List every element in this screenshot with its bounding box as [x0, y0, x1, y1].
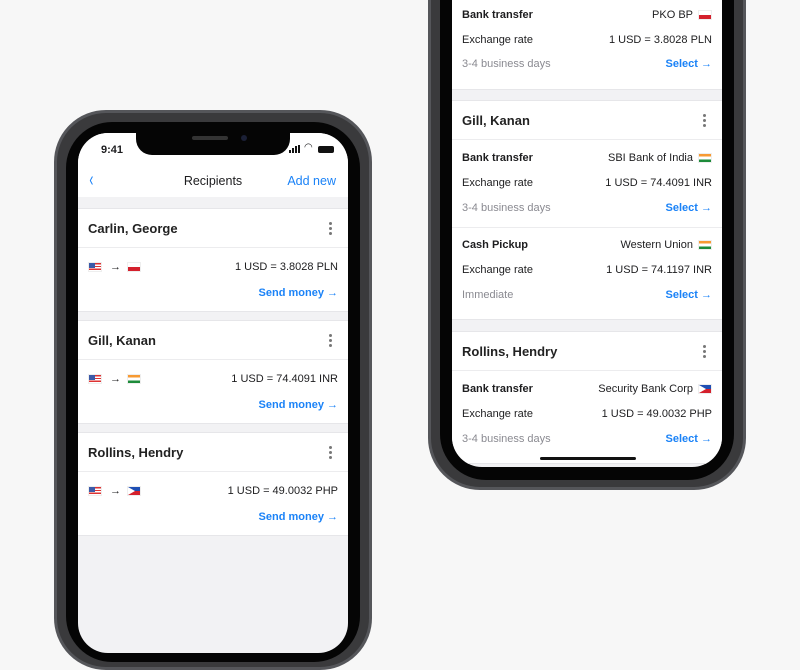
select-button[interactable]: Select → [666, 58, 712, 70]
us-flag-icon [88, 374, 102, 385]
india-flag-icon [698, 153, 712, 164]
select-label: Select [665, 433, 698, 445]
poland-flag-icon [698, 10, 712, 21]
send-money-label: Send money [258, 399, 324, 411]
arrow-right-icon: → [110, 261, 121, 273]
rate-label: Exchange rate [462, 34, 533, 46]
delivery-time: Immediate [462, 289, 514, 301]
recipient-card: Gill, Kanan → 1 USD = 74.4091 INR Send mo… [78, 320, 348, 424]
more-options-icon[interactable] [703, 345, 706, 360]
select-label: Select [665, 58, 698, 70]
transfer-method: Bank transfer [462, 152, 533, 164]
provider: Security Bank Corp [598, 383, 693, 395]
poland-flag-icon [127, 262, 141, 273]
rate-value: 1 USD = 3.8028 PLN [234, 261, 338, 273]
more-options-icon[interactable] [329, 334, 332, 349]
add-new-button[interactable]: Add new [287, 174, 336, 188]
rate-value: 1 USD = 49.0032 PHP [601, 408, 712, 420]
india-flag-icon [127, 374, 141, 385]
signal-icon [289, 145, 300, 153]
rate-value: 1 USD = 74.4091 INR [231, 373, 338, 385]
transfer-method: Bank transfer [462, 9, 533, 21]
select-button[interactable]: Select → [666, 289, 712, 301]
select-label: Select [665, 202, 698, 214]
send-money-button[interactable]: Send money → [259, 287, 338, 299]
india-flag-icon [698, 240, 712, 251]
send-money-label: Send money [258, 287, 324, 299]
status-time: 9:41 [101, 144, 124, 156]
provider: Western Union [620, 239, 693, 251]
more-options-icon[interactable] [703, 114, 706, 129]
provider: PKO BP [652, 9, 693, 21]
divider [452, 227, 722, 228]
more-options-icon[interactable] [329, 222, 332, 237]
delivery-time: 3-4 business days [462, 58, 551, 70]
philippines-flag-icon [698, 384, 712, 395]
transfer-method: Cash Pickup [462, 239, 529, 251]
wifi-icon: ◠ [304, 142, 313, 153]
recipients-screen: 9:41 ◠ ‹ Recipients Add new Carlin, Geor… [78, 133, 348, 653]
us-flag-icon [88, 262, 102, 273]
home-indicator [540, 457, 636, 460]
transfer-options-screen: Bank transfer PKO BP Exchange rate 1 USD =… [452, 0, 722, 467]
recipient-name: Gill, Kanan [462, 113, 530, 128]
recipient-name: Carlin, George [88, 221, 178, 236]
rate-value: 1 USD = 74.1197 INR [606, 264, 712, 276]
transfer-method: Bank transfer [462, 383, 533, 395]
select-button[interactable]: Select → [666, 202, 712, 214]
rate-value: 1 USD = 3.8028 PLN [608, 34, 712, 46]
recipient-name: Gill, Kanan [88, 333, 156, 348]
us-flag-icon [88, 486, 102, 497]
recipient-name: Rollins, Hendry [88, 445, 184, 460]
arrow-right-icon: → [110, 485, 121, 497]
philippines-flag-icon [127, 486, 141, 497]
recipient-name: Rollins, Hendry [462, 344, 558, 359]
delivery-time: 3-4 business days [462, 202, 551, 214]
provider: SBI Bank of India [608, 152, 693, 164]
select-button[interactable]: Select → [666, 433, 712, 445]
battery-icon [318, 146, 334, 153]
select-label: Select [665, 289, 698, 301]
arrow-right-icon: → [110, 373, 121, 385]
recipient-card: Rollins, Hendry → 1 USD = 49.0032 PHP Sen… [78, 432, 348, 536]
rate-label: Exchange rate [462, 177, 533, 189]
recipient-card: Gill, Kanan Bank transfer SBI Bank of Indi… [452, 100, 722, 320]
rate-label: Exchange rate [462, 408, 533, 420]
more-options-icon[interactable] [329, 446, 332, 461]
recipient-card: Rollins, Hendry Bank transfer Security Ban… [452, 331, 722, 464]
delivery-time: 3-4 business days [462, 433, 551, 445]
send-money-label: Send money [258, 511, 324, 523]
rate-label: Exchange rate [462, 264, 533, 276]
send-money-button[interactable]: Send money → [259, 511, 338, 523]
rate-value: 1 USD = 49.0032 PHP [227, 485, 338, 497]
send-money-button[interactable]: Send money → [259, 399, 338, 411]
rate-value: 1 USD = 74.4091 INR [605, 177, 712, 189]
transfer-option-card: Bank transfer PKO BP Exchange rate 1 USD =… [452, 0, 722, 90]
recipient-card: Carlin, George → 1 USD = 3.8028 PLN Send … [78, 208, 348, 312]
